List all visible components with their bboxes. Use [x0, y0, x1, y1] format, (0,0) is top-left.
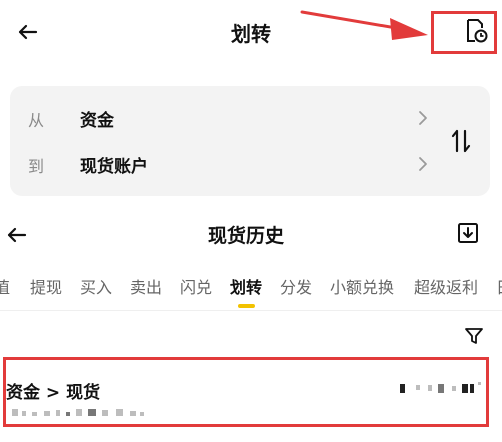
redacted-timestamp	[10, 406, 146, 418]
tab-withdraw[interactable]: 提现	[30, 274, 62, 314]
tab-small-exchange[interactable]: 小额兑换	[330, 274, 394, 314]
divider	[0, 310, 502, 311]
history-title: 现货历史	[207, 225, 284, 247]
to-account-row[interactable]: 到 现货账户	[10, 144, 450, 184]
from-label: 从	[28, 111, 45, 130]
tab-super-rebate[interactable]: 超级返利	[414, 274, 478, 314]
top-header: 划转	[0, 0, 502, 64]
history-highlight-box	[431, 11, 497, 54]
chevron-right-icon	[419, 157, 427, 171]
filter-icon[interactable]	[464, 326, 484, 346]
history-tabs: 值 提现 买入 卖出 闪兑 划转 分发 小额兑换 超级返利 日	[0, 274, 502, 314]
from-account-row[interactable]: 从 资金	[10, 98, 450, 138]
chevron-right-icon	[419, 111, 427, 125]
redacted-amount	[398, 382, 486, 394]
download-icon[interactable]	[456, 221, 480, 245]
swap-accounts-icon[interactable]	[446, 126, 476, 156]
tab-buy[interactable]: 买入	[80, 274, 112, 314]
record-title: 资金 > 现货	[6, 383, 101, 403]
to-account-value: 现货账户	[80, 157, 148, 177]
tab-convert[interactable]: 闪兑	[180, 274, 212, 314]
tab-sell[interactable]: 卖出	[130, 274, 162, 314]
to-label: 到	[28, 157, 45, 176]
tab-transfer[interactable]: 划转	[230, 274, 262, 314]
page-title: 划转	[231, 22, 271, 46]
tab-partial-right[interactable]: 日	[496, 274, 502, 314]
transfer-card: 从 资金 到 现货账户	[10, 86, 490, 196]
tab-partial-left[interactable]: 值	[0, 274, 10, 314]
active-tab-indicator	[238, 304, 255, 308]
from-account-value: 资金	[80, 111, 114, 131]
tab-distribution[interactable]: 分发	[280, 274, 312, 314]
